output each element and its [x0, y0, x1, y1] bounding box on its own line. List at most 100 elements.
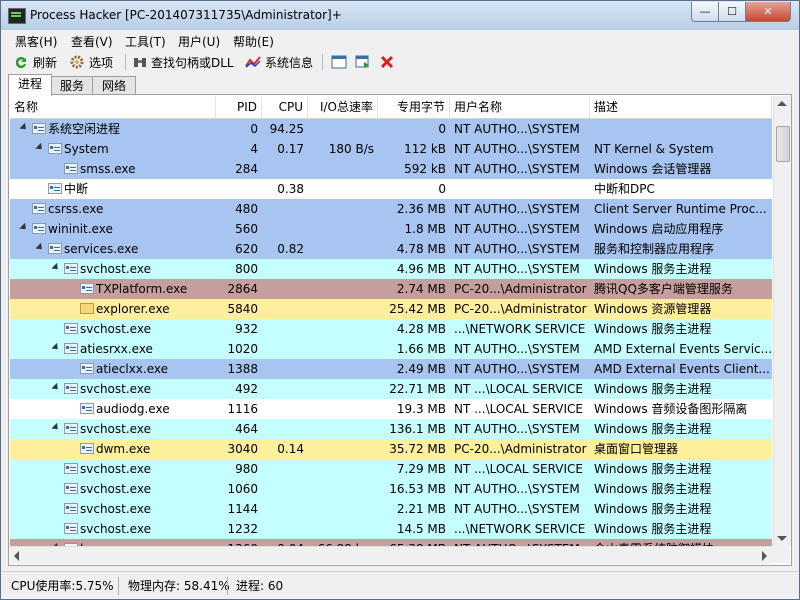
table-row[interactable]: atiesrxx.exe 1020 1.66 MB NT AUTHO...\SYSTE… — [10, 339, 772, 359]
scroll-up-icon[interactable] — [777, 101, 787, 106]
scroll-thumb[interactable] — [776, 126, 790, 162]
menu-hacker[interactable]: 黑客(H) — [15, 33, 57, 50]
process-user: NT AUTHO...\SYSTEM — [454, 122, 580, 136]
table-row[interactable]: 中断 0.38 0 中断和DPC — [10, 179, 772, 199]
menu-help[interactable]: 帮助(E) — [233, 33, 274, 50]
process-cpu — [262, 339, 308, 359]
table-row[interactable]: svchost.exe 1232 14.5 MB ...\NETWORK SERVIC… — [10, 519, 772, 539]
process-desc: Windows 资源管理器 — [594, 302, 712, 316]
process-io — [308, 359, 378, 379]
process-user: NT AUTHO...\SYSTEM — [454, 262, 580, 276]
window-button[interactable] — [331, 53, 347, 71]
process-pid: 1060 — [227, 482, 258, 496]
toolbar: 刷新 选项 查找句柄或DLL 系统信息 — [1, 51, 799, 73]
close-button[interactable]: ✕ — [745, 2, 791, 22]
expand-arrow-icon[interactable] — [35, 242, 45, 253]
window-icon — [32, 203, 46, 214]
table-row[interactable]: svchost.exe 980 7.29 MB NT ...\LOCAL SERVIC… — [10, 459, 772, 479]
process-io — [308, 459, 378, 479]
column-description[interactable]: 描述 — [590, 96, 772, 118]
process-pid: 800 — [235, 262, 258, 276]
table-row[interactable]: TXPlatform.exe 2864 2.74 MB PC-20...\Admini… — [10, 279, 772, 299]
process-name: 中断 — [64, 182, 89, 196]
process-mem: 1.8 MB — [404, 222, 446, 236]
refresh-button[interactable]: 刷新 — [13, 53, 57, 71]
table-row[interactable]: dwm.exe 3040 0.14 35.72 MB PC-20...\Administ… — [10, 439, 772, 459]
expand-arrow-icon[interactable] — [35, 142, 45, 153]
table-row[interactable]: svchost.exe 464 136.1 MB NT AUTHO...\SYSTEM… — [10, 419, 772, 439]
tab-processes[interactable]: 进程 — [8, 74, 52, 96]
table-row[interactable]: svchost.exe 932 4.28 MB ...\NETWORK SERVICE… — [10, 319, 772, 339]
expand-arrow-icon[interactable] — [19, 222, 29, 233]
process-mem: 0 — [438, 182, 446, 196]
process-name: 系统空闲进程 — [48, 122, 121, 136]
expand-arrow-icon[interactable] — [51, 262, 61, 273]
window-icon — [64, 523, 78, 534]
process-pid: 5840 — [227, 302, 258, 316]
maximize-button[interactable]: ☐ — [718, 2, 746, 22]
table-row[interactable]: services.exe 620 0.82 4.78 MB NT AUTHO...\SY… — [10, 239, 772, 259]
options-button[interactable]: 选项 — [69, 53, 113, 71]
process-user: NT AUTHO...\SYSTEM — [454, 142, 580, 156]
process-io — [308, 339, 378, 359]
process-desc: AMD External Events Servic... — [594, 342, 772, 356]
process-name: svchost.exe — [80, 482, 151, 496]
table-row[interactable]: svchost.exe 800 4.96 MB NT AUTHO...\SYSTEM W… — [10, 259, 772, 279]
process-name: explorer.exe — [96, 302, 170, 316]
find-handles-button[interactable]: 查找句柄或DLL — [133, 53, 234, 71]
menu-tools[interactable]: 工具(T) — [125, 33, 166, 50]
table-row[interactable]: atieclxx.exe 1388 2.49 MB NT AUTHO...\SYSTE… — [10, 359, 772, 379]
column-name[interactable]: 名称 — [10, 96, 216, 118]
table-row[interactable]: explorer.exe 5840 25.42 MB PC-20...\Adminis… — [10, 299, 772, 319]
table-row[interactable]: smss.exe 284 592 kB NT AUTHO...\SYSTEM Windo… — [10, 159, 772, 179]
window-icon — [64, 343, 78, 354]
table-row[interactable]: svchost.exe 1060 16.53 MB NT AUTHO...\SYSTE… — [10, 479, 772, 499]
table-row[interactable]: svchost.exe 492 22.71 MB NT ...\LOCAL SERVI… — [10, 379, 772, 399]
process-user: NT AUTHO...\SYSTEM — [454, 362, 580, 376]
vertical-scrollbar[interactable] — [773, 96, 791, 546]
expand-arrow-icon[interactable] — [51, 422, 61, 433]
menu-users[interactable]: 用户(U) — [178, 33, 220, 50]
process-io — [308, 179, 378, 199]
process-io — [308, 219, 378, 239]
table-row[interactable]: wininit.exe 560 1.8 MB NT AUTHO...\SYSTEM Wi… — [10, 219, 772, 239]
process-mem: 14.5 MB — [396, 522, 446, 536]
expand-arrow-icon[interactable] — [19, 122, 29, 133]
tab-services[interactable]: 服务 — [50, 76, 94, 95]
table-row[interactable]: System 4 0.17 180 B/s 112 kB NT AUTHO...\SYST… — [10, 139, 772, 159]
process-name: dwm.exe — [96, 442, 151, 456]
scroll-left-icon[interactable] — [14, 551, 19, 561]
menu-view[interactable]: 查看(V) — [71, 33, 113, 50]
window-icon — [64, 463, 78, 474]
system-info-button[interactable]: 系统信息 — [245, 53, 313, 71]
column-io[interactable]: I/O总速率 — [308, 96, 378, 118]
status-separator — [118, 577, 119, 595]
expand-arrow-icon[interactable] — [51, 342, 61, 353]
process-name: svchost.exe — [80, 262, 151, 276]
system-info-label: 系统信息 — [265, 55, 314, 70]
process-user: NT AUTHO...\SYSTEM — [454, 502, 580, 516]
tab-network[interactable]: 网络 — [92, 76, 136, 95]
minimize-button[interactable]: — — [691, 2, 719, 22]
table-row[interactable]: audiodg.exe 1116 19.3 MB NT ...\LOCAL SERVI… — [10, 399, 772, 419]
status-processes: 进程: 60 — [236, 579, 284, 593]
find-window-button[interactable] — [355, 53, 371, 71]
column-user[interactable]: 用户名称 — [450, 96, 590, 118]
horizontal-scrollbar[interactable] — [10, 546, 773, 564]
column-cpu[interactable]: CPU — [262, 96, 308, 118]
scroll-down-icon[interactable] — [777, 536, 787, 541]
expand-arrow-icon[interactable] — [51, 382, 61, 393]
title-bar[interactable]: Process Hacker [PC-201407311735\Administ… — [1, 1, 799, 30]
table-row[interactable]: 系统空闲进程 0 94.25 0 NT AUTHO...\SYSTEM — [10, 119, 772, 139]
column-pid[interactable]: PID — [216, 96, 262, 118]
chart-icon — [245, 56, 261, 68]
table-row[interactable]: svchost.exe 1144 2.21 MB NT AUTHO...\SYSTEM… — [10, 499, 772, 519]
terminate-button[interactable] — [380, 53, 394, 71]
table-row[interactable]: csrss.exe 480 2.36 MB NT AUTHO...\SYSTEM Cli… — [10, 199, 772, 219]
process-pid: 1232 — [227, 522, 258, 536]
process-desc: Windows 服务主进程 — [594, 522, 712, 536]
process-mem: 4.28 MB — [396, 322, 446, 336]
scroll-right-icon[interactable] — [762, 551, 767, 561]
column-private-bytes[interactable]: 专用字节 — [378, 96, 450, 118]
process-cpu — [262, 219, 308, 239]
